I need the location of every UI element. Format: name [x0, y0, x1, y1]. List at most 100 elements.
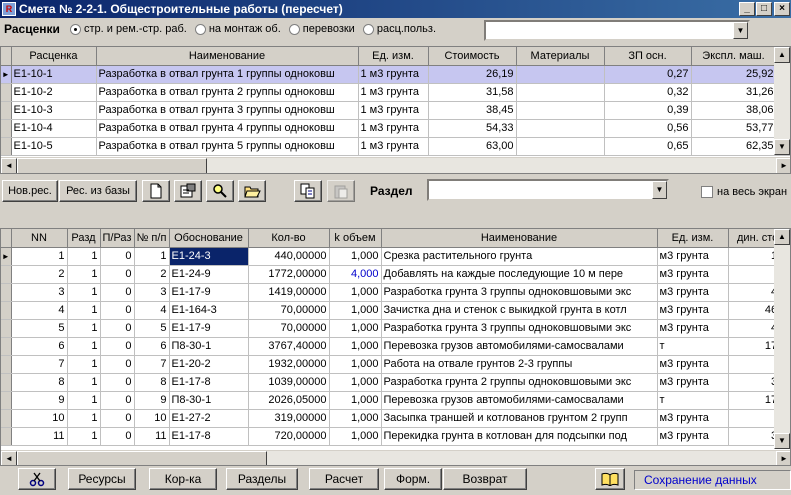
- table-cell[interactable]: 2: [11, 265, 68, 284]
- table-cell[interactable]: м3 грунта: [657, 283, 729, 302]
- table-cell[interactable]: Зачистка дна и стенок с выкидкой грунта …: [381, 301, 658, 320]
- table-cell[interactable]: П8-30-1: [169, 337, 249, 356]
- rates-filter-combo[interactable]: ▼: [484, 20, 750, 41]
- table-cell[interactable]: 4: [134, 301, 170, 320]
- table-row[interactable]: Е1-10-4 Разработка в отвал грунта 4 групп…: [1, 119, 790, 138]
- table-cell[interactable]: м3 грунта: [657, 247, 729, 266]
- rates-vscroll[interactable]: ▲ ▼: [774, 47, 790, 155]
- table-cell[interactable]: 1,000: [329, 283, 382, 302]
- row-indicator[interactable]: [1, 283, 12, 302]
- radio-dot[interactable]: [194, 23, 206, 35]
- column-header[interactable]: Материалы: [516, 47, 605, 66]
- open-folder-button[interactable]: [238, 180, 266, 202]
- calculation-button[interactable]: Расчет: [309, 468, 379, 490]
- row-indicator[interactable]: [1, 391, 12, 410]
- table-cell[interactable]: Е1-17-8: [169, 427, 249, 446]
- row-indicator[interactable]: [1, 137, 12, 156]
- column-header[interactable]: Ед. изм.: [358, 47, 429, 66]
- row-indicator[interactable]: [1, 319, 12, 338]
- properties-button[interactable]: [174, 180, 202, 202]
- table-cell[interactable]: 1 м3 грунта: [358, 101, 429, 120]
- table-cell[interactable]: Разработка в отвал грунта 4 группы однок…: [96, 119, 359, 138]
- table-row[interactable]: Е1-10-2 Разработка в отвал грунта 2 групп…: [1, 83, 790, 102]
- fullscreen-checkbox[interactable]: [701, 186, 713, 198]
- table-cell[interactable]: 3767,40000: [248, 337, 330, 356]
- column-header[interactable]: Кол-во: [248, 229, 330, 248]
- estimate-hscroll[interactable]: ◄ ►: [1, 450, 790, 465]
- table-row[interactable]: 4 1 0 4 Е1-164-3 70,00000 1,000 Зачистка дна и …: [1, 301, 790, 320]
- table-row[interactable]: 6 1 0 6 П8-30-1 3767,40000 1,000 Перевозка груз…: [1, 337, 790, 356]
- table-cell[interactable]: Разработка в отвал грунта 2 группы однок…: [96, 83, 359, 102]
- table-cell[interactable]: 5: [134, 319, 170, 338]
- table-cell[interactable]: Засыпка траншей и котлованов грунтом 2 г…: [381, 409, 658, 428]
- table-cell[interactable]: П8-30-1: [169, 391, 249, 410]
- table-cell[interactable]: Разработка грунта 3 группы одноковшовыми…: [381, 319, 658, 338]
- row-indicator[interactable]: [1, 373, 12, 392]
- table-cell[interactable]: 0,32: [604, 83, 692, 102]
- column-header[interactable]: Экспл. маш.: [691, 47, 777, 66]
- row-indicator[interactable]: [1, 409, 12, 428]
- table-cell[interactable]: 1,000: [329, 247, 382, 266]
- table-cell[interactable]: Разработка в отвал грунта 3 группы однок…: [96, 101, 359, 120]
- table-cell[interactable]: 1,000: [329, 373, 382, 392]
- table-cell[interactable]: Е1-10-4: [11, 119, 97, 138]
- table-cell[interactable]: 0: [100, 265, 135, 284]
- table-row[interactable]: Е1-10-5 Разработка в отвал грунта 5 групп…: [1, 137, 790, 156]
- rate-type-radio-3[interactable]: расц.польз.: [362, 23, 436, 35]
- table-cell[interactable]: 25,92: [691, 65, 777, 84]
- table-row[interactable]: 10 1 0 10 Е1-27-2 319,00000 1,000 Засыпка транш…: [1, 409, 790, 428]
- table-cell[interactable]: 720,00000: [248, 427, 330, 446]
- table-cell[interactable]: 1,000: [329, 301, 382, 320]
- table-cell[interactable]: м3 грунта: [657, 355, 729, 374]
- table-cell[interactable]: 63,00: [428, 137, 517, 156]
- section-combo[interactable]: ▼: [427, 179, 669, 201]
- table-cell[interactable]: Е1-10-1: [11, 65, 97, 84]
- table-cell[interactable]: 0: [100, 247, 135, 266]
- table-row[interactable]: 7 1 0 7 Е1-20-2 1932,00000 1,000 Работа на отва…: [1, 355, 790, 374]
- column-header[interactable]: Наименование: [381, 229, 658, 248]
- table-cell[interactable]: Е1-27-2: [169, 409, 249, 428]
- table-row[interactable]: 9 1 0 9 П8-30-1 2026,05000 1,000 Перевозка груз…: [1, 391, 790, 410]
- table-cell[interactable]: 1 м3 грунта: [358, 137, 429, 156]
- radio-dot[interactable]: [70, 23, 81, 35]
- table-cell[interactable]: 0,27: [604, 65, 692, 84]
- table-row[interactable]: 11 1 0 11 Е1-17-8 720,00000 1,000 Перекидка гру…: [1, 427, 790, 446]
- table-row[interactable]: 3 1 0 3 Е1-17-9 1419,00000 1,000 Разработка гру…: [1, 283, 790, 302]
- forms-button[interactable]: Форм.: [384, 468, 442, 490]
- table-cell[interactable]: Разработка грунта 2 группы одноковшовыми…: [381, 373, 658, 392]
- rates-hscroll[interactable]: ◄ ►: [1, 157, 790, 173]
- row-indicator[interactable]: [1, 83, 12, 102]
- table-cell[interactable]: Е1-164-3: [169, 301, 249, 320]
- table-cell[interactable]: 1: [67, 301, 101, 320]
- table-cell[interactable]: 0: [100, 373, 135, 392]
- table-row[interactable]: 8 1 0 8 Е1-17-8 1039,00000 1,000 Разработка гру…: [1, 373, 790, 392]
- row-indicator[interactable]: [1, 355, 12, 374]
- table-cell[interactable]: 1: [134, 247, 170, 266]
- table-cell[interactable]: 26,19: [428, 65, 517, 84]
- row-indicator[interactable]: [1, 301, 12, 320]
- column-header[interactable]: П/Раз: [100, 229, 135, 248]
- radio-dot[interactable]: [362, 23, 374, 35]
- table-cell[interactable]: 0: [100, 427, 135, 446]
- table-cell[interactable]: 1932,00000: [248, 355, 330, 374]
- copy-button[interactable]: [294, 180, 322, 202]
- close-button[interactable]: ×: [774, 2, 790, 16]
- table-cell[interactable]: 8: [134, 373, 170, 392]
- table-cell[interactable]: 1: [67, 355, 101, 374]
- column-header[interactable]: Разд: [67, 229, 101, 248]
- column-header[interactable]: Расценка: [11, 47, 97, 66]
- table-cell[interactable]: 1: [67, 247, 101, 266]
- table-cell[interactable]: 53,77: [691, 119, 777, 138]
- resources-button[interactable]: Ресурсы: [68, 468, 136, 490]
- table-cell[interactable]: 1772,00000: [248, 265, 330, 284]
- table-cell[interactable]: 5: [11, 319, 68, 338]
- table-cell[interactable]: т: [657, 391, 729, 410]
- table-cell[interactable]: 0: [100, 409, 135, 428]
- column-header[interactable]: k объем: [329, 229, 382, 248]
- table-cell[interactable]: 0: [100, 301, 135, 320]
- table-cell[interactable]: 11: [134, 427, 170, 446]
- row-indicator[interactable]: [1, 427, 12, 446]
- table-cell[interactable]: 7: [134, 355, 170, 374]
- table-cell[interactable]: м3 грунта: [657, 265, 729, 284]
- table-cell[interactable]: Е1-17-9: [169, 319, 249, 338]
